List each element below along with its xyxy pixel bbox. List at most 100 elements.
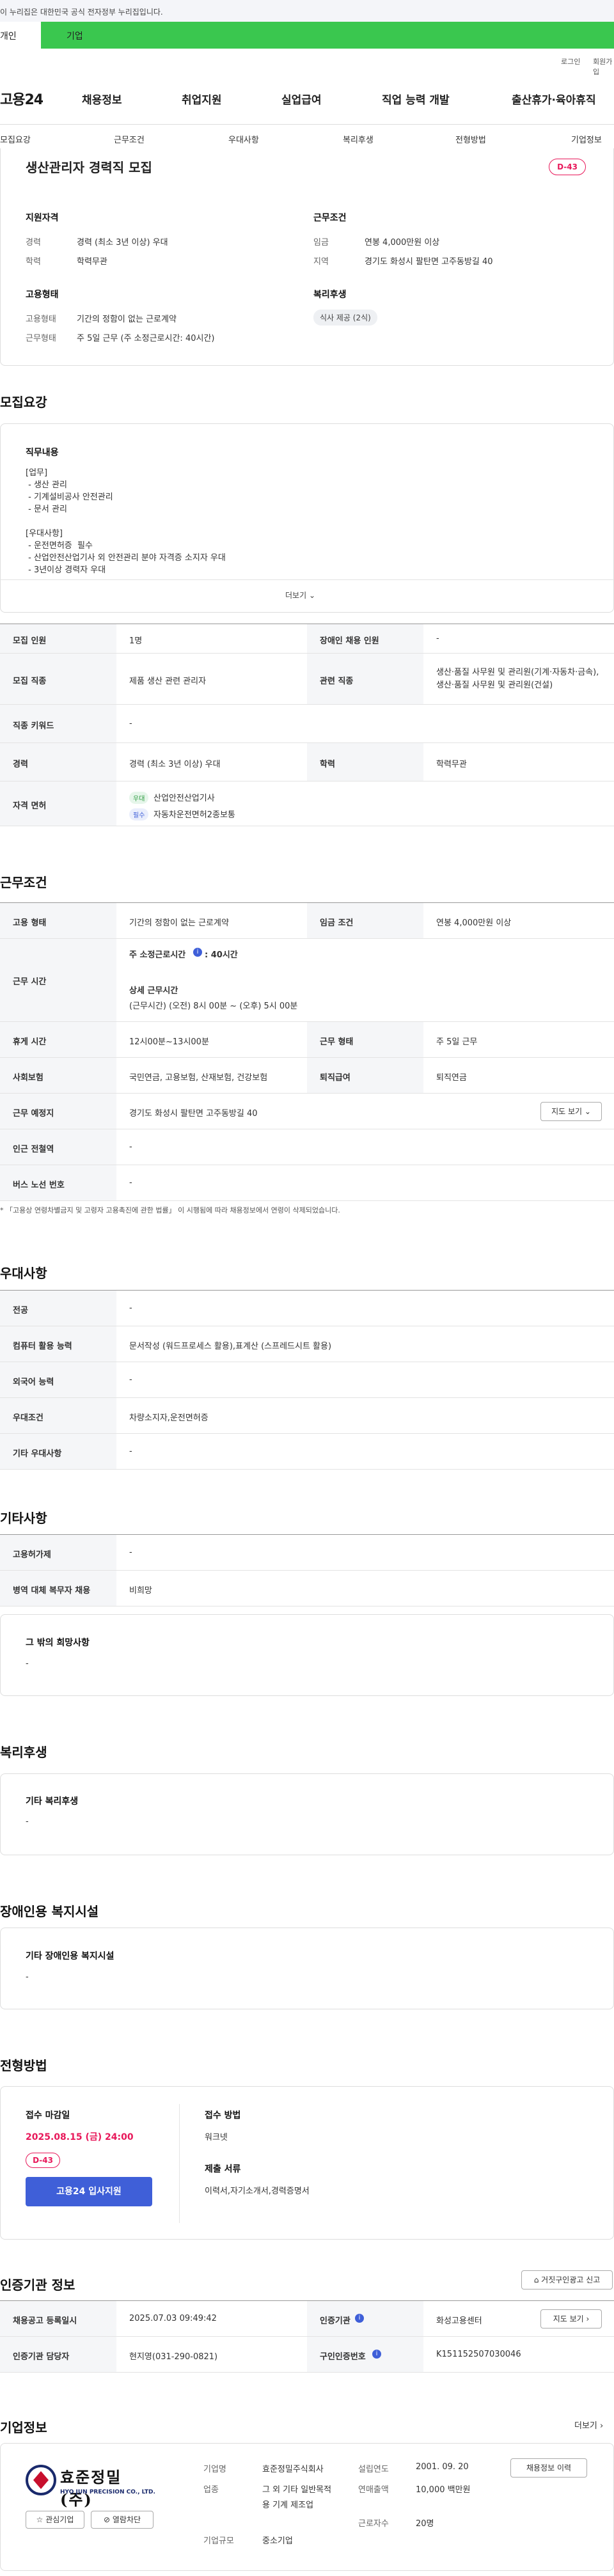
company-info-label: 기업규모 — [203, 2536, 234, 2546]
td: 생산·품질 사무원 및 관리원(기계·자동차·금속), 생산·품질 사무원 및 … — [436, 668, 599, 690]
th: 고용 형태 — [0, 903, 116, 938]
td: 퇴직연금 — [436, 1073, 467, 1083]
apply-button[interactable]: 고용24 입사지원 — [26, 2177, 152, 2206]
table-row: 버스 노선 번호 - — [0, 1165, 614, 1201]
method-label: 접수 방법 — [205, 2110, 241, 2121]
welfare-box — [0, 1773, 614, 1855]
td: - — [129, 1548, 132, 1557]
tab-individual[interactable]: 개인 — [0, 22, 41, 49]
td: 연봉 4,000만원 이상 — [436, 918, 512, 928]
section-title-welfare: 복리후생 — [0, 1745, 47, 1760]
th: 컴퓨터 활용 능력 — [0, 1326, 116, 1362]
chevron-down-icon: ⌄ — [584, 1107, 591, 1116]
welfare-chip: 식사 제공 (2식) — [313, 310, 377, 326]
table-row: 채용공고 등록일시 2025.07.03 09:49:42 인증기관 i 화성고… — [0, 2301, 614, 2337]
table-row: 근무 예정지 경기도 화성시 팔탄면 고주동방길 40 지도 보기 ⌄ — [0, 1094, 614, 1129]
license-name: 자동차운전면허2종보통 — [154, 810, 235, 820]
info-icon[interactable]: i — [372, 2350, 381, 2359]
gnb-item-jobs[interactable]: 채용정보 — [82, 91, 122, 107]
docs-label: 제출 서류 — [205, 2164, 241, 2174]
td: - — [129, 1142, 132, 1152]
th: 외국어 능력 — [0, 1362, 116, 1397]
th: 인근 전철역 — [0, 1129, 116, 1165]
td: 현지영(031-290-0821) — [129, 2352, 218, 2362]
section-title-pref: 우대사항 — [0, 1266, 47, 1281]
hire-history-button[interactable]: 채용정보 이력 — [510, 2458, 587, 2478]
cert-map-label: 지도 보기 — [553, 2314, 584, 2323]
emp-value: 기간의 정함이 없는 근로계약 — [77, 315, 177, 324]
table-row: 기타 우대사항 - — [0, 1434, 614, 1470]
table-row: 컴퓨터 활용 능력 문서작성 (워드프로세스 활용),표계산 (스프레드시트 활… — [0, 1326, 614, 1362]
report-button[interactable]: ⌂ 거짓구인광고 신고 — [521, 2270, 613, 2289]
td: - — [436, 634, 439, 643]
subnav-recruit[interactable]: 모집요강 — [0, 133, 31, 145]
table-row: 경력 경력 (최소 3년 이상) 우대 학력 학력무관 — [0, 743, 614, 781]
gnb-item-employment-support[interactable]: 취업지원 — [182, 91, 222, 107]
emp-label: 고용형태 — [26, 315, 56, 324]
signup-link[interactable]: 회원가입 — [593, 56, 614, 77]
tab-corporate-label: 기업 — [67, 31, 83, 42]
td: - — [129, 1303, 132, 1313]
divider — [0, 579, 614, 580]
td: 2025.07.03 09:49:42 — [129, 2314, 217, 2323]
table-row: 우대조건 차량소지자,운전면허증 — [0, 1398, 614, 1434]
qual-label: 학력 — [26, 257, 41, 267]
login-link[interactable]: 로그인 — [561, 56, 580, 67]
report-button-label: 거짓구인광고 신고 — [541, 2275, 601, 2284]
td: 경기도 화성시 팔탄면 고주동방길 40 — [129, 1109, 258, 1119]
th: 근무 시간 — [0, 939, 116, 1021]
th: 모집 직종 — [0, 654, 116, 704]
td: 경력 (최소 3년 이상) 우대 — [129, 760, 221, 769]
block-company-button[interactable]: ⊘ 열람차단 — [91, 2511, 154, 2529]
gov-banner: 이 누리집은 대한민국 공식 전자정부 누리집입니다. — [0, 0, 614, 22]
cond-heading: 근무조건 — [313, 213, 347, 223]
table-row: 사회보험 국민연금, 고용보험, 산재보험, 건강보험 퇴직급여 퇴직연금 — [0, 1058, 614, 1094]
cert-map-button[interactable]: 지도 보기 › — [540, 2309, 602, 2329]
section-title-work: 근무조건 — [0, 875, 47, 890]
table-row: 직종 키워드 - — [0, 705, 614, 743]
gnb-item-parental-leave[interactable]: 출산휴가·육아휴직 — [512, 91, 596, 107]
site-logo[interactable]: 고용24 — [0, 88, 43, 109]
company-logo-en: HYO JUN PRECISION CO., LTD. — [60, 2489, 155, 2495]
table-row: 모집 직종 제품 생산 관련 관리자 관련 직종 생산·품질 사무원 및 관리원… — [0, 654, 614, 705]
emp-heading: 고용형태 — [26, 290, 59, 300]
info-icon[interactable]: i — [193, 948, 202, 957]
company-info-value: 20명 — [416, 2519, 434, 2529]
gnb-item-vocational-training[interactable]: 직업 능력 개발 — [382, 91, 450, 107]
section-title-recruit: 모집요강 — [0, 395, 47, 410]
duty-more-label: 더보기 — [285, 591, 307, 600]
gnb-item-unemployment-benefit[interactable]: 실업급여 — [281, 91, 322, 107]
report-icon: ⌂ — [533, 2275, 539, 2284]
gov-banner-text: 이 누리집은 대한민국 공식 전자정부 누리집입니다. — [0, 8, 163, 17]
company-more-link[interactable]: 더보기 › — [574, 2419, 603, 2431]
star-icon: ☆ — [36, 2515, 43, 2524]
td: 12시00분~13시00분 — [129, 1037, 209, 1047]
td: - — [129, 1178, 132, 1188]
th: 학력 — [307, 743, 423, 781]
table-row: 휴게 시간 12시00분~13시00분 근무 형태 주 5일 근무 — [0, 1022, 614, 1058]
th: 직종 키워드 — [0, 705, 116, 742]
dday-badge: D-43 — [549, 159, 586, 175]
info-icon[interactable]: i — [355, 2314, 364, 2323]
subnav-welfare[interactable]: 복리후생 — [343, 133, 374, 145]
map-button[interactable]: 지도 보기 ⌄ — [540, 1102, 602, 1121]
method-value: 워크넷 — [205, 2133, 228, 2142]
duty-text: [업무] - 생산 관리 - 기계설비공사 안전관리 - 문서 관리 [우대사항… — [26, 468, 226, 575]
company-info-label: 설립연도 — [358, 2465, 389, 2474]
qual-label: 경력 — [26, 238, 41, 247]
weekly-hours-value: : 40시간 — [205, 950, 238, 960]
subnav-conditions[interactable]: 근무조건 — [114, 133, 145, 145]
company-logo: 효준정밀(주) HYO JUN PRECISION CO., LTD. — [26, 2460, 155, 2509]
disabled-box — [0, 1928, 614, 2009]
favorite-company-button[interactable]: ☆ 관심기업 — [26, 2511, 84, 2529]
subnav-preferences[interactable]: 우대사항 — [228, 133, 259, 145]
td: - — [129, 1447, 132, 1456]
qual-heading: 지원자격 — [26, 213, 59, 223]
duty-more-button[interactable]: 더보기 ⌄ — [285, 590, 315, 601]
tab-corporate[interactable]: 기업 — [67, 29, 83, 42]
subnav-screening[interactable]: 전형방법 — [455, 133, 486, 145]
subnav-company[interactable]: 기업정보 — [571, 133, 602, 145]
th: 전공 — [0, 1291, 116, 1326]
table-row: 모집 인원 1명 장애인 채용 인원 - — [0, 624, 614, 654]
license-name: 산업안전산업기사 — [154, 794, 215, 803]
